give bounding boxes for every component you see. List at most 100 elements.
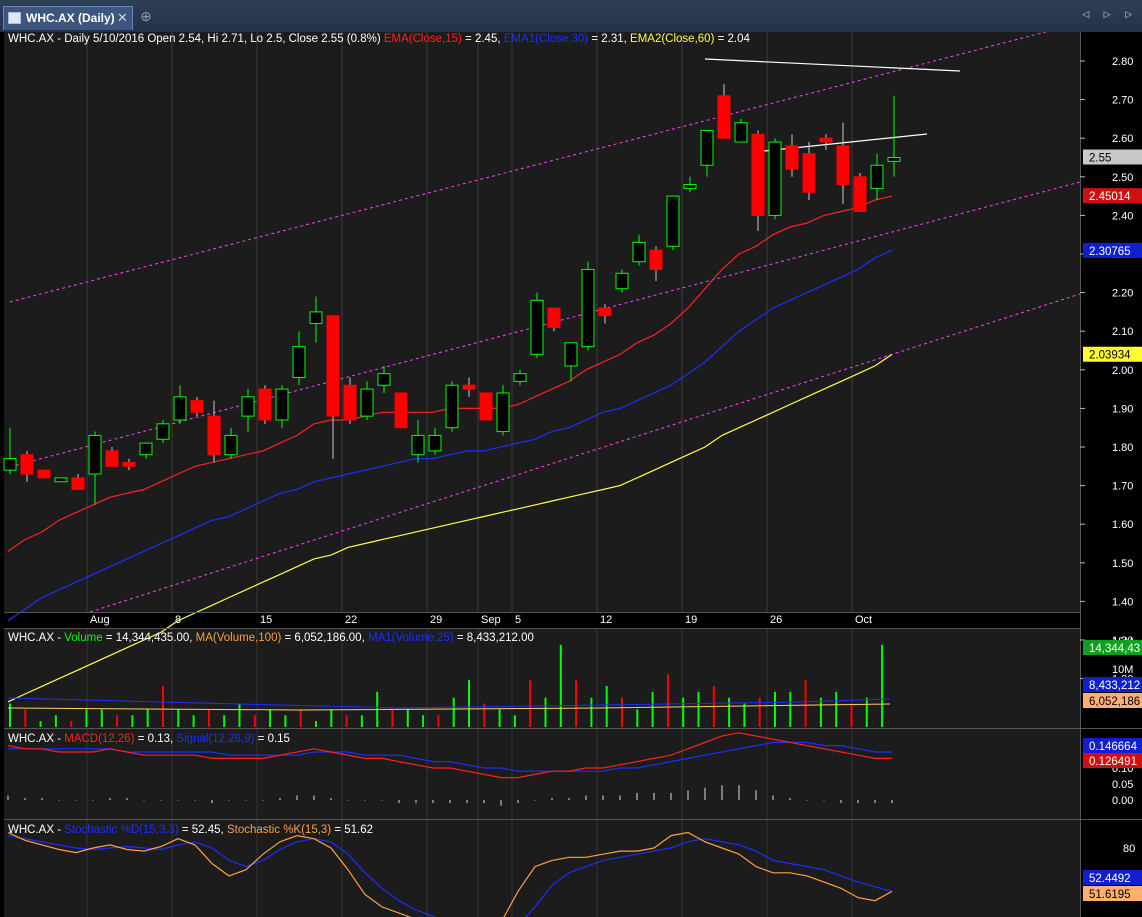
up-candle bbox=[428, 434, 442, 452]
price-tick-label: 1.70 bbox=[1112, 481, 1133, 493]
stoch-k-legend-value: = 51.62 bbox=[334, 824, 373, 836]
date-tick-label: 5 bbox=[515, 614, 521, 626]
price-tick-label: 2.10 bbox=[1112, 326, 1133, 338]
date-tick-label: 22 bbox=[345, 614, 357, 626]
up-candle bbox=[445, 384, 459, 429]
stoch-tick-label: 80 bbox=[1123, 843, 1135, 855]
ema30-legend: EMA1(Close,30) bbox=[504, 33, 589, 45]
chart-icon bbox=[8, 12, 21, 24]
up-candle bbox=[564, 342, 578, 367]
ema60-legend-value: = 2.04 bbox=[718, 33, 751, 45]
signal-last-label: 0.146664 bbox=[1089, 741, 1138, 753]
up-candle bbox=[139, 442, 153, 456]
up-candle bbox=[275, 388, 289, 421]
down-candle bbox=[819, 137, 833, 143]
up-candle bbox=[581, 268, 595, 348]
ema15-last-label: 2.45014 bbox=[1089, 191, 1131, 203]
date-tick-label: Oct bbox=[855, 614, 872, 626]
volume-last-label: 14,344,43 bbox=[1089, 643, 1140, 655]
down-candle bbox=[785, 145, 799, 170]
chart-area[interactable]: 15M10M 0.150.100.050.00 8060 1.201.301.4… bbox=[0, 32, 1142, 917]
down-candle bbox=[207, 415, 221, 456]
date-tick-label: 12 bbox=[600, 614, 612, 626]
down-candle bbox=[598, 307, 612, 317]
price-tick-label: 2.00 bbox=[1112, 365, 1133, 377]
ema30-legend-value: = 2.31, bbox=[591, 33, 627, 45]
ma100-legend-value: = 6,052,186.00, bbox=[285, 632, 365, 644]
ma25-legend: MA1(Volume,25) bbox=[368, 632, 454, 644]
down-candle bbox=[71, 477, 85, 490]
up-candle bbox=[530, 299, 544, 355]
close-icon[interactable]: ✕ bbox=[117, 10, 128, 26]
down-candle bbox=[105, 450, 119, 467]
macd-legend-value: = 0.13, bbox=[138, 733, 174, 745]
tab-navigation-arrows-icon[interactable]: ◁ ▷ ▷ bbox=[1082, 9, 1138, 20]
macd-last-label: 0.126491 bbox=[1089, 756, 1137, 768]
macd-legend: MACD(12,26) bbox=[64, 733, 134, 745]
up-candle bbox=[377, 373, 391, 386]
stochastic-header-prefix: WHC.AX - bbox=[8, 824, 61, 836]
date-tick-label: Sep bbox=[481, 614, 501, 626]
up-candle bbox=[683, 184, 697, 189]
down-candle bbox=[462, 384, 476, 390]
price-tick-label: 1.40 bbox=[1112, 596, 1133, 608]
date-tick-label: 8 bbox=[175, 614, 181, 626]
up-candle bbox=[88, 434, 102, 475]
down-candle bbox=[37, 469, 51, 479]
price-tick-label: 2.70 bbox=[1112, 95, 1133, 107]
up-candle bbox=[768, 141, 782, 216]
down-candle bbox=[190, 400, 204, 413]
signal-legend-value: = 0.15 bbox=[258, 733, 290, 745]
stoch-d-last-label: 52.4492 bbox=[1089, 873, 1131, 885]
macd-tick-label: 0.00 bbox=[1112, 795, 1133, 807]
volume-ma100-last-label: 6,052,186 bbox=[1089, 696, 1140, 708]
volume-ma25-last-label: 8,433,212 bbox=[1089, 680, 1140, 692]
down-candle bbox=[836, 145, 850, 186]
down-candle bbox=[649, 249, 663, 270]
ema15-legend: EMA(Close,15) bbox=[384, 33, 462, 45]
price-tick-label: 2.40 bbox=[1112, 210, 1133, 222]
price-header: WHC.AX - Daily 5/10/2016 Open 2.54, Hi 2… bbox=[8, 33, 751, 45]
down-candle bbox=[343, 384, 357, 421]
stoch-d-legend: Stochastic %D(15,3,3) bbox=[64, 824, 179, 836]
down-candle bbox=[751, 133, 765, 216]
up-candle bbox=[870, 164, 884, 189]
down-candle bbox=[394, 392, 408, 429]
up-candle bbox=[734, 122, 748, 143]
last-close-label: 2.55 bbox=[1089, 153, 1111, 165]
date-tick-label: 29 bbox=[430, 614, 442, 626]
up-candle bbox=[632, 241, 646, 263]
up-candle bbox=[615, 272, 629, 290]
price-tick-label: 2.50 bbox=[1112, 172, 1133, 184]
up-candle bbox=[156, 423, 170, 440]
price-tick-label: 1.50 bbox=[1112, 558, 1133, 570]
up-candle bbox=[3, 458, 17, 471]
chart-tab[interactable]: WHC.AX (Daily) ✕ bbox=[3, 6, 133, 30]
up-candle bbox=[360, 388, 374, 417]
ema30-last-label: 2.30765 bbox=[1089, 246, 1131, 258]
macd-header-prefix: WHC.AX - bbox=[8, 733, 61, 745]
up-candle bbox=[700, 129, 714, 166]
date-tick-label: 15 bbox=[260, 614, 272, 626]
price-tick-label: 1.90 bbox=[1112, 403, 1133, 415]
ema60-legend: EMA2(Close,60) bbox=[630, 33, 715, 45]
up-candle bbox=[887, 157, 901, 162]
down-candle bbox=[20, 454, 34, 475]
macd-tick-label: 0.05 bbox=[1112, 779, 1133, 791]
stoch-k-legend: Stochastic %K(15,3) bbox=[227, 824, 331, 836]
up-candle bbox=[224, 434, 238, 456]
ma100-legend: MA(Volume,100) bbox=[196, 632, 282, 644]
volume-legend: Volume bbox=[64, 632, 102, 644]
volume-legend-value: = 14,344,435.00, bbox=[106, 632, 193, 644]
ema15-legend-value: = 2.45, bbox=[465, 33, 501, 45]
down-candle bbox=[326, 315, 340, 417]
down-candle bbox=[258, 388, 272, 421]
down-candle bbox=[853, 176, 867, 213]
up-candle bbox=[292, 346, 306, 379]
up-candle bbox=[241, 396, 255, 417]
up-candle bbox=[54, 477, 68, 483]
price-tick-label: 1.60 bbox=[1112, 519, 1133, 531]
price-tick-label: 2.20 bbox=[1112, 288, 1133, 300]
new-tab-icon[interactable]: ⊕ bbox=[140, 8, 152, 25]
ema60-last-label: 2.03934 bbox=[1089, 350, 1131, 362]
